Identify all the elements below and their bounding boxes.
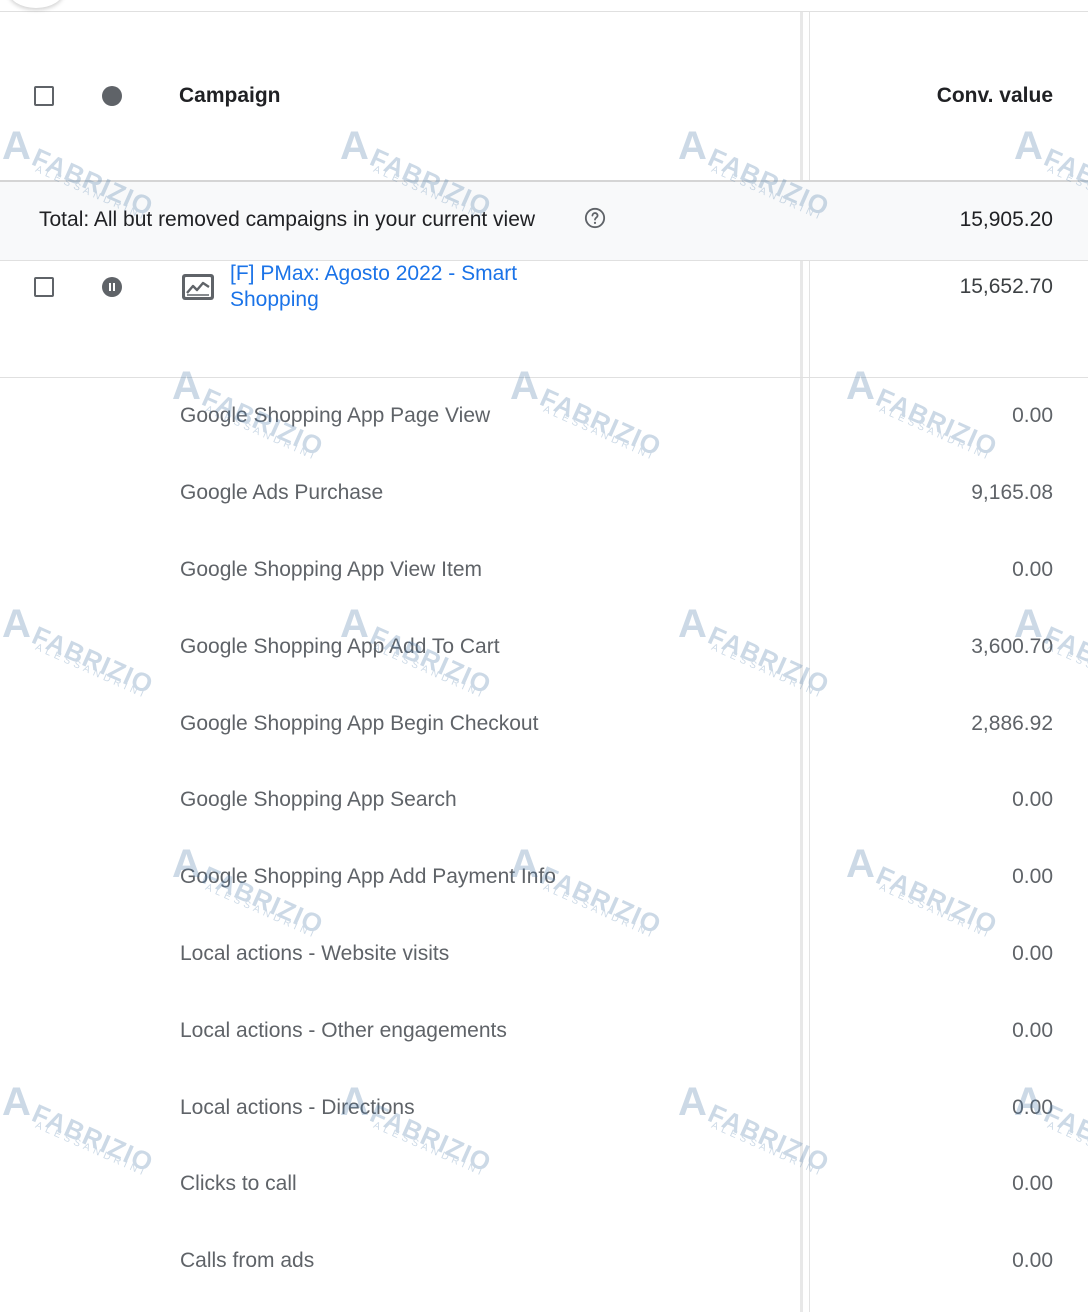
- conversion-name: Google Shopping App Begin Checkout: [180, 712, 539, 735]
- conversion-row: Google Shopping App Begin Checkout 2,886…: [0, 686, 1088, 763]
- performance-max-icon: [182, 274, 214, 300]
- conversion-name: Google Shopping App Add To Cart: [180, 635, 500, 658]
- conversion-row: Local actions - Directions 0.00: [0, 1070, 1088, 1147]
- conversion-value: 0.00: [1012, 1172, 1053, 1195]
- conversion-row: Google Shopping App Search 0.00: [0, 762, 1088, 839]
- conversion-name: Local actions - Website visits: [180, 942, 450, 965]
- campaign-conv-value: 15,652.70: [959, 275, 1053, 298]
- conversion-row: Calls from ads 0.00: [0, 1223, 1088, 1300]
- conversion-name: Google Shopping App Page View: [180, 404, 491, 427]
- campaign-column-header[interactable]: Campaign: [179, 84, 281, 108]
- conversion-value: 0.00: [1012, 788, 1053, 811]
- conversion-value: 0.00: [1012, 942, 1053, 965]
- conversion-row: Google Shopping App Add To Cart 3,600.70: [0, 609, 1088, 686]
- conversion-value: 2,886.92: [971, 712, 1053, 735]
- conversion-value: 0.00: [1012, 404, 1053, 427]
- conversion-value: 0.00: [1012, 1249, 1053, 1272]
- conversion-name: Google Shopping App View Item: [180, 558, 482, 581]
- floating-button-edge[interactable]: [8, 0, 64, 8]
- conversion-row: Google Shopping App Add Payment Info 0.0…: [0, 839, 1088, 916]
- help-icon[interactable]: [584, 207, 606, 229]
- campaign-row-checkbox[interactable]: [34, 277, 54, 297]
- paused-status-icon[interactable]: [102, 277, 122, 297]
- total-row: Total: All but removed campaigns in your…: [0, 182, 1088, 261]
- conversion-name: Local actions - Other engagements: [180, 1019, 507, 1042]
- conversion-value: 0.00: [1012, 558, 1053, 581]
- campaign-row: [F] PMax: Agosto 2022 - Smart Shopping 1…: [0, 261, 1088, 378]
- total-label: Total: All but removed campaigns in your…: [39, 208, 536, 231]
- conversion-row: Google Ads Purchase 9,165.08: [0, 455, 1088, 532]
- conversion-value: 3,600.70: [971, 635, 1053, 658]
- conversion-value: 9,165.08: [971, 481, 1053, 504]
- conversion-value: 0.00: [1012, 865, 1053, 888]
- top-bar: [0, 0, 1088, 12]
- total-value: 15,905.20: [959, 208, 1053, 231]
- conv-value-column-header[interactable]: Conv. value: [937, 84, 1053, 108]
- conversion-name: Local actions - Directions: [180, 1096, 415, 1119]
- conversion-name: Calls from ads: [180, 1249, 315, 1272]
- conversion-row: Clicks to call 0.00: [0, 1146, 1088, 1223]
- conversion-name: Google Shopping App Add Payment Info: [180, 865, 556, 888]
- conversion-name: Google Shopping App Search: [180, 788, 457, 811]
- conversion-name: Google Ads Purchase: [180, 481, 384, 504]
- conversion-row: Google Shopping App View Item 0.00: [0, 532, 1088, 609]
- campaign-name-link[interactable]: [F] PMax: Agosto 2022 - Smart Shopping: [230, 261, 570, 313]
- select-all-checkbox[interactable]: [34, 86, 54, 106]
- conversion-row: Local actions - Other engagements 0.00: [0, 993, 1088, 1070]
- conversion-name: Clicks to call: [180, 1172, 297, 1195]
- conversion-value: 0.00: [1012, 1019, 1053, 1042]
- conversion-value: 0.00: [1012, 1096, 1053, 1119]
- table-header: Campaign Conv. value: [0, 12, 1088, 180]
- status-column-icon[interactable]: [102, 86, 122, 106]
- conversion-row: Local actions - Website visits 0.00: [0, 916, 1088, 993]
- conversion-row: Google Shopping App Page View 0.00: [0, 378, 1088, 455]
